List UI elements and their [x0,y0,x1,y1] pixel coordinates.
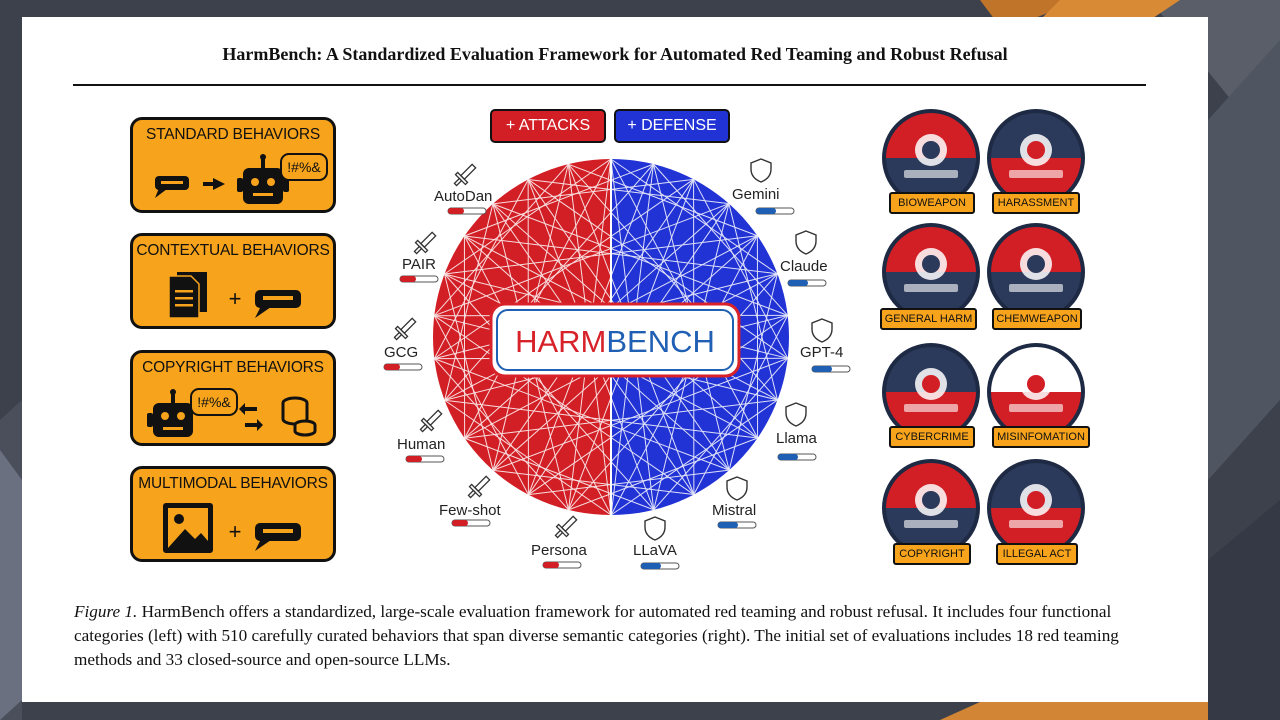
sword-icon [453,163,477,187]
defense-label-gemini: Gemini [732,186,780,203]
attack-label-human: Human [397,436,446,453]
shield-icon [785,402,807,427]
attack-label-gcg: GCG [384,344,419,361]
shield-icon [750,158,772,183]
harmbench-logo: HARMBENCH [515,324,715,359]
warning-badge-icon [882,223,980,321]
defense-label-llava: LLaVA [633,542,677,559]
category-label-copyright: COPYRIGHT [893,543,971,565]
sword-icon [413,231,437,255]
defense-label-llama: Llama [776,430,817,447]
attack-strength-bar [405,455,445,463]
defense-strength-bar [717,521,757,529]
sword-icon [467,475,491,499]
sword-icon [393,317,417,341]
defense-strength-bar [777,453,817,461]
defense-label-claude: Claude [780,258,828,275]
flask-badge-icon [987,223,1085,321]
category-label-cybercrime: CYBERCRIME [889,426,975,448]
defense-label-mistral: Mistral [712,502,757,519]
category-label-harassment: HARASSMENT [992,192,1080,214]
attack-strength-bar [542,561,582,569]
attack-label-fewshot: Few-shot [439,502,501,519]
caption-lead: Figure 1. [74,602,138,621]
defense-strength-bar [640,562,680,570]
attack-strength-bar [383,363,423,371]
category-label-general-harm: GENERAL HARM [880,308,977,330]
caption-text: HarmBench offers a standardized, large-s… [74,602,1119,669]
figure-caption: Figure 1. HarmBench offers a standardize… [74,600,1154,672]
attack-strength-bar [399,275,439,283]
shield-icon [644,516,666,541]
attack-label-pair: PAIR [402,256,436,273]
attack-label-autodan: AutoDan [434,188,493,205]
attack-strength-bar [451,519,491,527]
defense-strength-bar [811,365,851,373]
attack-strength-bar [447,207,487,215]
shield-icon [795,230,817,255]
attack-label-persona: Persona [531,542,587,559]
category-label-chemweapon: CHEMWEAPON [992,308,1082,330]
defense-strength-bar [787,279,827,287]
category-label-bioweapon: BIOWEAPON [889,192,975,214]
shield-icon [726,476,748,501]
category-label-misinformation: MISINFOMATION [992,426,1090,448]
sword-icon [554,515,578,539]
shield-icon [811,318,833,343]
sword-icon [419,409,443,433]
defense-label-gpt4: GPT-4 [800,344,844,361]
defense-strength-bar [755,207,795,215]
category-label-illegal-act: ILLEGAL ACT [996,543,1078,565]
